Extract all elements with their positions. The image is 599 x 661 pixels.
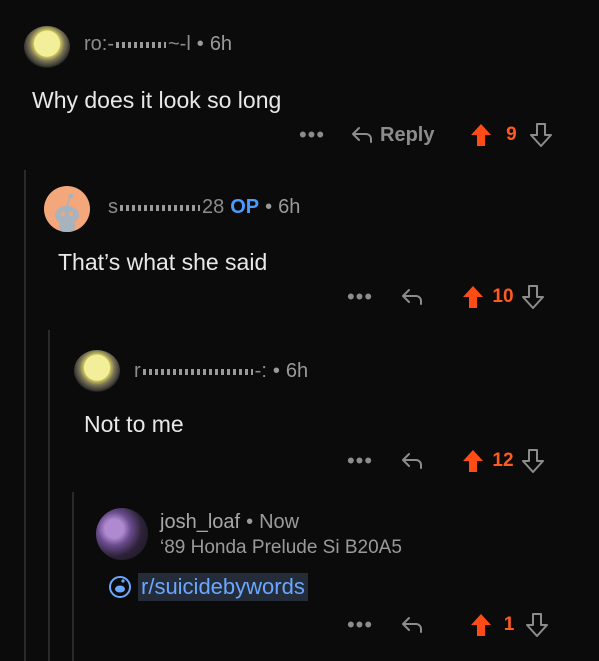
subreddit-icon (108, 575, 132, 599)
upvote-arrow-icon (462, 449, 484, 473)
downvote-arrow-icon (526, 613, 548, 637)
separator: • (196, 33, 204, 55)
comment-meta: ro:- ~-l • 6h (84, 33, 232, 56)
comment-body: Why does it look so long (32, 87, 282, 113)
comment-age: 6h (285, 360, 309, 382)
more-options-button[interactable]: ••• (292, 122, 332, 148)
reply-arrow-icon (350, 125, 374, 145)
reply-arrow-icon (400, 287, 424, 307)
comment-actions: ••• 10 (340, 282, 544, 312)
reply-arrow-icon (400, 615, 424, 635)
upvote-arrow-icon (462, 285, 484, 309)
downvote-button[interactable] (526, 613, 548, 637)
user-avatar[interactable] (74, 350, 120, 392)
downvote-arrow-icon (522, 449, 544, 473)
username[interactable]: josh_loaf (160, 511, 240, 533)
comment-body: Not to me (84, 411, 184, 437)
upvote-button[interactable] (470, 613, 492, 637)
more-options-button[interactable]: ••• (340, 448, 380, 474)
vote-score: 12 (492, 450, 514, 471)
thread-line-level-3 (72, 492, 74, 661)
more-options-button[interactable]: ••• (340, 284, 380, 310)
comment-age: Now (259, 511, 300, 533)
comment-meta: r -: • 6h (134, 360, 308, 383)
upvote-button[interactable] (470, 123, 492, 147)
comment-meta: josh_loaf • Now (160, 511, 299, 534)
username[interactable]: ro:- ~-l (84, 33, 191, 55)
reply-button[interactable] (400, 615, 424, 635)
snoo-icon (55, 193, 79, 232)
downvote-arrow-icon (530, 123, 553, 147)
comment-actions: ••• Reply 9 (292, 120, 553, 150)
user-avatar[interactable] (24, 26, 70, 68)
vote-score: 1 (503, 614, 515, 635)
reply-button[interactable] (400, 451, 424, 471)
user-flair: ‘89 Honda Prelude Si B20A5 (160, 537, 402, 558)
separator: • (246, 511, 254, 533)
subreddit-link-text[interactable]: r/suicidebywords (138, 573, 308, 601)
vote-score: 10 (492, 286, 514, 307)
upvote-button[interactable] (462, 285, 484, 309)
downvote-arrow-icon (522, 285, 544, 309)
downvote-button[interactable] (530, 123, 553, 147)
op-badge: OP (230, 196, 260, 218)
username[interactable]: r -: (134, 360, 267, 382)
separator: • (265, 196, 273, 218)
comment-body: That’s what she said (58, 249, 268, 275)
user-avatar[interactable] (44, 186, 90, 232)
username[interactable]: s 28 (108, 196, 224, 218)
reply-button[interactable]: Reply (350, 124, 434, 147)
upvote-button[interactable] (462, 449, 484, 473)
comment-actions: ••• 1 (340, 610, 548, 640)
reply-button[interactable] (400, 287, 424, 307)
upvote-arrow-icon (470, 613, 492, 637)
comment-meta: s 28 OP • 6h (108, 196, 300, 219)
comment-actions: ••• 12 (340, 446, 544, 476)
reply-label: Reply (380, 123, 435, 146)
user-avatar[interactable] (96, 508, 148, 560)
thread-line-level-1 (24, 170, 26, 661)
subreddit-link[interactable]: r/suicidebywords (108, 573, 308, 601)
reply-arrow-icon (400, 451, 424, 471)
comment-age: 6h (209, 33, 233, 55)
comment-age: 6h (278, 196, 301, 218)
thread-line-level-2 (48, 330, 50, 661)
vote-score: 9 (506, 124, 517, 145)
downvote-button[interactable] (522, 285, 544, 309)
downvote-button[interactable] (522, 449, 544, 473)
upvote-arrow-icon (470, 123, 492, 147)
separator: • (272, 360, 280, 382)
more-options-button[interactable]: ••• (340, 612, 380, 638)
